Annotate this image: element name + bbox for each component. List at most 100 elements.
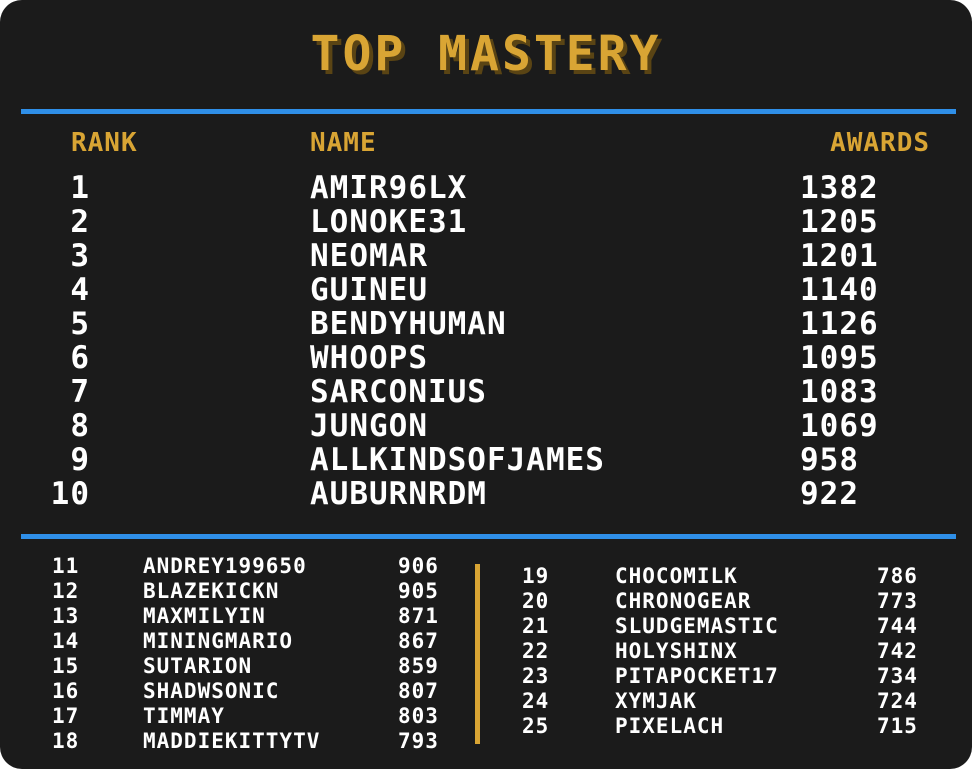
player-name: ANDREY199650 xyxy=(143,554,307,578)
awards-value: 922 xyxy=(800,476,859,512)
leaderboard-row: 14 MININGMARIO 867 xyxy=(0,629,440,654)
name-column-header: NAME xyxy=(310,128,377,158)
leaderboard-row: 22 HOLYSHINX 742 xyxy=(490,639,950,664)
leaderboard-row: 3 NEOMAR 1201 xyxy=(0,238,972,274)
rank-value: 4 xyxy=(70,272,90,308)
rank-value: 17 xyxy=(52,704,80,728)
awards-value: 744 xyxy=(877,614,918,638)
player-name: SUTARION xyxy=(143,654,253,678)
leaderboard-row: 15 SUTARION 859 xyxy=(0,654,440,679)
player-name: BLAZEKICKN xyxy=(143,579,280,603)
leaderboard-row: 4 GUINEU 1140 xyxy=(0,272,972,308)
rank-value: 3 xyxy=(70,238,90,274)
player-name: AUBURNRDM xyxy=(310,476,487,512)
leaderboard-row: 6 WHOOPS 1095 xyxy=(0,340,972,376)
awards-value: 1382 xyxy=(800,170,879,206)
rank-value: 25 xyxy=(522,714,550,738)
awards-value: 734 xyxy=(877,664,918,688)
player-name: TIMMAY xyxy=(143,704,225,728)
player-name: ALLKINDSOFJAMES xyxy=(310,442,605,478)
awards-value: 742 xyxy=(877,639,918,663)
player-name: WHOOPS xyxy=(310,340,428,376)
leaderboard-row: 2 LONOKE31 1205 xyxy=(0,204,972,240)
leaderboard-row: 19 CHOCOMILK 786 xyxy=(490,564,950,589)
leaderboard-row: 10 AUBURNRDM 922 xyxy=(0,476,972,512)
leaderboard-row: 20 CHRONOGEAR 773 xyxy=(490,589,950,614)
awards-value: 906 xyxy=(398,554,439,578)
player-name: PITAPOCKET17 xyxy=(615,664,779,688)
rank-value: 8 xyxy=(70,408,90,444)
leaderboard-row: 9 ALLKINDSOFJAMES 958 xyxy=(0,442,972,478)
rank-value: 20 xyxy=(522,589,550,613)
awards-value: 773 xyxy=(877,589,918,613)
leaderboard-row: 1 AMIR96LX 1382 xyxy=(0,170,972,206)
awards-value: 724 xyxy=(877,689,918,713)
rank-value: 5 xyxy=(70,306,90,342)
leaderboard-row: 24 XYMJAK 724 xyxy=(490,689,950,714)
rank-value: 23 xyxy=(522,664,550,688)
leaderboard-panel: TOP MASTERY RANK NAME AWARDS 1 AMIR96LX … xyxy=(0,0,972,769)
rank-value: 2 xyxy=(70,204,90,240)
leaderboard-row: 13 MAXMILYIN 871 xyxy=(0,604,440,629)
player-name: MININGMARIO xyxy=(143,629,294,653)
awards-value: 1201 xyxy=(800,238,879,274)
awards-value: 1069 xyxy=(800,408,879,444)
rank-value: 22 xyxy=(522,639,550,663)
awards-value: 871 xyxy=(398,604,439,628)
awards-value: 1083 xyxy=(800,374,879,410)
leaderboard-row: 25 PIXELACH 715 xyxy=(490,714,950,739)
awards-value: 905 xyxy=(398,579,439,603)
leaderboard-row: 11 ANDREY199650 906 xyxy=(0,554,440,579)
rank-value: 11 xyxy=(52,554,80,578)
rank-value: 12 xyxy=(52,579,80,603)
rank-value: 1 xyxy=(70,170,90,206)
awards-value: 807 xyxy=(398,679,439,703)
awards-value: 1140 xyxy=(800,272,879,308)
rank-value: 9 xyxy=(70,442,90,478)
rank-value: 21 xyxy=(522,614,550,638)
player-name: CHOCOMILK xyxy=(615,564,738,588)
leaderboard-row: 17 TIMMAY 803 xyxy=(0,704,440,729)
awards-value: 715 xyxy=(877,714,918,738)
player-name: NEOMAR xyxy=(310,238,428,274)
awards-value: 1205 xyxy=(800,204,879,240)
leaderboard-row: 5 BENDYHUMAN 1126 xyxy=(0,306,972,342)
top-divider xyxy=(21,109,956,114)
leaderboard-row: 21 SLUDGEMASTIC 744 xyxy=(490,614,950,639)
player-name: CHRONOGEAR xyxy=(615,589,752,613)
rank-value: 15 xyxy=(52,654,80,678)
awards-value: 803 xyxy=(398,704,439,728)
rank-value: 16 xyxy=(52,679,80,703)
rank-value: 7 xyxy=(70,374,90,410)
player-name: HOLYSHINX xyxy=(615,639,738,663)
awards-value: 1095 xyxy=(800,340,879,376)
player-name: SARCONIUS xyxy=(310,374,487,410)
player-name: SLUDGEMASTIC xyxy=(615,614,779,638)
leaderboard-row: 8 JUNGON 1069 xyxy=(0,408,972,444)
awards-value: 958 xyxy=(800,442,859,478)
leaderboard-row: 23 PITAPOCKET17 734 xyxy=(490,664,950,689)
player-name: JUNGON xyxy=(310,408,428,444)
player-name: BENDYHUMAN xyxy=(310,306,507,342)
rank-value: 6 xyxy=(70,340,90,376)
player-name: GUINEU xyxy=(310,272,428,308)
top-ten-list: 1 AMIR96LX 1382 2 LONOKE31 1205 3 NEOMAR… xyxy=(0,170,972,512)
rank-value: 14 xyxy=(52,629,80,653)
rank-value: 10 xyxy=(50,476,90,512)
rank-value: 13 xyxy=(52,604,80,628)
player-name: PIXELACH xyxy=(615,714,725,738)
awards-value: 1126 xyxy=(800,306,879,342)
ranks-19-25-list: 19 CHOCOMILK 786 20 CHRONOGEAR 773 21 SL… xyxy=(490,564,950,739)
column-divider xyxy=(475,564,480,744)
leaderboard-row: 18 MADDIEKITTYTV 793 xyxy=(0,729,440,754)
leaderboard-row: 12 BLAZEKICKN 905 xyxy=(0,579,440,604)
player-name: AMIR96LX xyxy=(310,170,468,206)
rank-value: 18 xyxy=(52,729,80,753)
awards-value: 859 xyxy=(398,654,439,678)
leaderboard-row: 16 SHADWSONIC 807 xyxy=(0,679,440,704)
leaderboard-row: 7 SARCONIUS 1083 xyxy=(0,374,972,410)
leaderboard-title: TOP MASTERY xyxy=(310,26,662,82)
awards-column-header: AWARDS xyxy=(830,128,930,158)
rank-value: 24 xyxy=(522,689,550,713)
awards-value: 867 xyxy=(398,629,439,653)
